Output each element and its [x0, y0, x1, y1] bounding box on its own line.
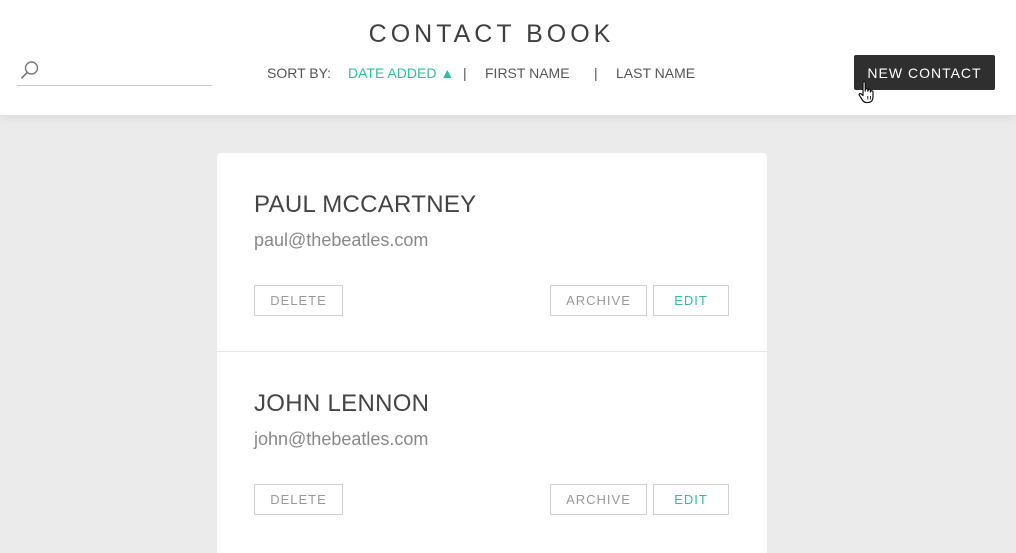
contact-email: paul@thebeatles.com: [254, 230, 429, 250]
contact-name: JOHN LENNON: [254, 390, 430, 417]
edit-button[interactable]: EDIT: [653, 484, 729, 515]
contact-item: JOHN LENNON john@thebeatles.com DELETE A…: [217, 351, 767, 550]
edit-button[interactable]: EDIT: [653, 285, 729, 316]
archive-button[interactable]: ARCHIVE: [550, 484, 647, 515]
page-title: CONTACT BOOK: [368, 20, 615, 48]
contact-email: john@thebeatles.com: [254, 429, 429, 449]
search-icon: [21, 61, 39, 79]
contact-item: PAUL MCCARTNEY paul@thebeatles.com DELET…: [217, 153, 767, 352]
sort-option-last-name[interactable]: LAST NAME: [616, 65, 695, 81]
archive-button[interactable]: ARCHIVE: [550, 285, 647, 316]
sort-option-date-added[interactable]: DATE ADDED ▲: [348, 65, 454, 81]
sort-option-first-name[interactable]: FIRST NAME: [485, 65, 570, 81]
sort-separator: |: [594, 65, 598, 81]
hand-pointer-icon: [858, 81, 874, 104]
contact-list-card: PAUL MCCARTNEY paul@thebeatles.com DELET…: [217, 153, 767, 553]
delete-button[interactable]: DELETE: [254, 484, 343, 515]
sort-by-label: SORT BY:: [267, 65, 332, 81]
sort-separator: |: [463, 65, 467, 81]
search-box: [17, 58, 212, 86]
contact-name: PAUL MCCARTNEY: [254, 191, 477, 218]
search-input[interactable]: [47, 60, 207, 82]
delete-button[interactable]: DELETE: [254, 285, 343, 316]
